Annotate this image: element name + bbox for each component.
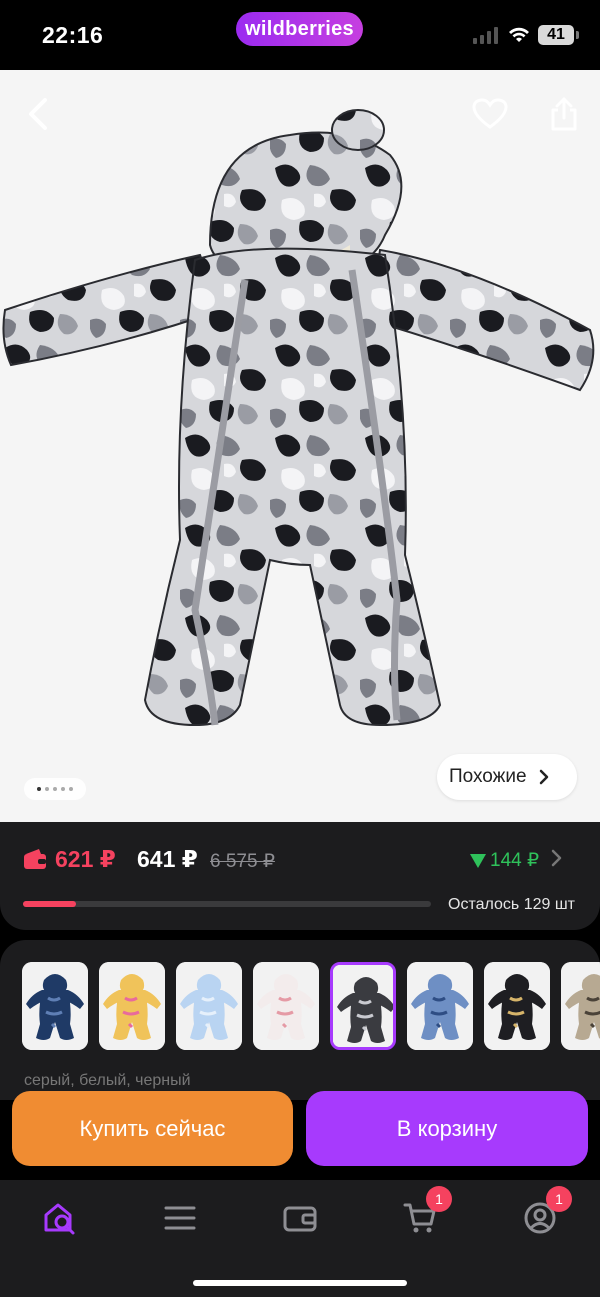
stock-progress-bar <box>23 901 431 907</box>
price-section[interactable]: 621 ₽ 641 ₽ 6 575 ₽ 144 ₽ Осталось 129 ш… <box>0 822 600 930</box>
wifi-icon <box>509 27 529 42</box>
favorite-button[interactable] <box>466 90 514 138</box>
add-to-cart-button[interactable]: В корзину <box>306 1091 588 1166</box>
pagination-dot <box>45 787 49 791</box>
price-details-chevron[interactable] <box>551 849 563 873</box>
wallet-icon <box>24 849 46 869</box>
menu-icon <box>164 1206 196 1230</box>
product-gallery[interactable]: Похожие <box>0 70 600 822</box>
status-bar: 22:16 wildberries 41 <box>0 0 600 70</box>
wallet-price: 621 ₽ <box>55 846 116 872</box>
variant-thumb-beige-leopard[interactable] <box>561 962 600 1050</box>
chevron-right-icon <box>539 769 548 785</box>
pagination-dot <box>37 787 41 791</box>
variant-image <box>407 962 473 1050</box>
wallet-icon <box>283 1206 317 1232</box>
product-image <box>2 109 595 727</box>
similar-products-button[interactable]: Похожие <box>437 754 577 800</box>
arrow-down-icon <box>470 853 486 868</box>
chevron-left-icon <box>29 98 47 130</box>
variant-thumb-light-blue[interactable] <box>176 962 242 1050</box>
tab-catalog[interactable] <box>158 1196 202 1240</box>
color-variants: серый, белый, черный <box>0 940 600 1100</box>
cart-badge: 1 <box>426 1186 452 1212</box>
variant-image <box>484 962 550 1050</box>
pagination-dot <box>61 787 65 791</box>
tab-wallet[interactable] <box>278 1196 322 1240</box>
description-preview: серый, белый, черный <box>24 1072 191 1089</box>
price-drop[interactable]: 144 ₽ <box>470 849 539 872</box>
tab-cart[interactable]: 1 <box>398 1186 452 1240</box>
home-indicator <box>193 1280 407 1286</box>
variant-thumb-multicolor-print[interactable] <box>99 962 165 1050</box>
variant-thumb-black-leopard[interactable] <box>484 962 550 1050</box>
share-icon <box>551 97 577 131</box>
heart-icon <box>472 98 508 129</box>
pagination-dot <box>69 787 73 791</box>
variant-image <box>176 962 242 1050</box>
variant-image <box>253 962 319 1050</box>
similar-label: Похожие <box>449 766 527 787</box>
chevron-right-icon <box>551 849 562 867</box>
variant-image <box>99 962 165 1050</box>
variant-image <box>333 965 393 1047</box>
variant-image <box>561 962 600 1050</box>
variant-thumb-blue-glossy[interactable] <box>407 962 473 1050</box>
tab-profile[interactable]: 1 <box>518 1186 572 1240</box>
brand-logo: wildberries <box>236 12 363 46</box>
variant-thumb-gray-camo[interactable] <box>330 962 396 1050</box>
gallery-pagination[interactable] <box>24 778 86 800</box>
stock-progress-fill <box>23 901 77 907</box>
old-price: 6 575 ₽ <box>210 851 275 872</box>
profile-badge: 1 <box>546 1186 572 1212</box>
tab-home[interactable] <box>38 1196 82 1240</box>
back-button[interactable] <box>14 90 62 138</box>
current-price: 641 ₽ <box>137 846 198 872</box>
tab-bar: 1 1 <box>0 1180 600 1297</box>
variant-thumb-navy-print[interactable] <box>22 962 88 1050</box>
variant-image <box>22 962 88 1050</box>
share-button[interactable] <box>540 90 588 138</box>
cellular-signal-icon <box>473 27 498 44</box>
home-search-icon <box>44 1203 75 1235</box>
status-time: 22:16 <box>42 22 104 48</box>
battery-indicator: 41 <box>538 25 579 45</box>
pagination-dot <box>53 787 57 791</box>
buy-now-button[interactable]: Купить сейчас <box>12 1091 293 1166</box>
stock-remaining: Осталось 129 шт <box>448 896 575 913</box>
variant-thumb-white-floral[interactable] <box>253 962 319 1050</box>
price-drop-value: 144 ₽ <box>490 850 540 871</box>
